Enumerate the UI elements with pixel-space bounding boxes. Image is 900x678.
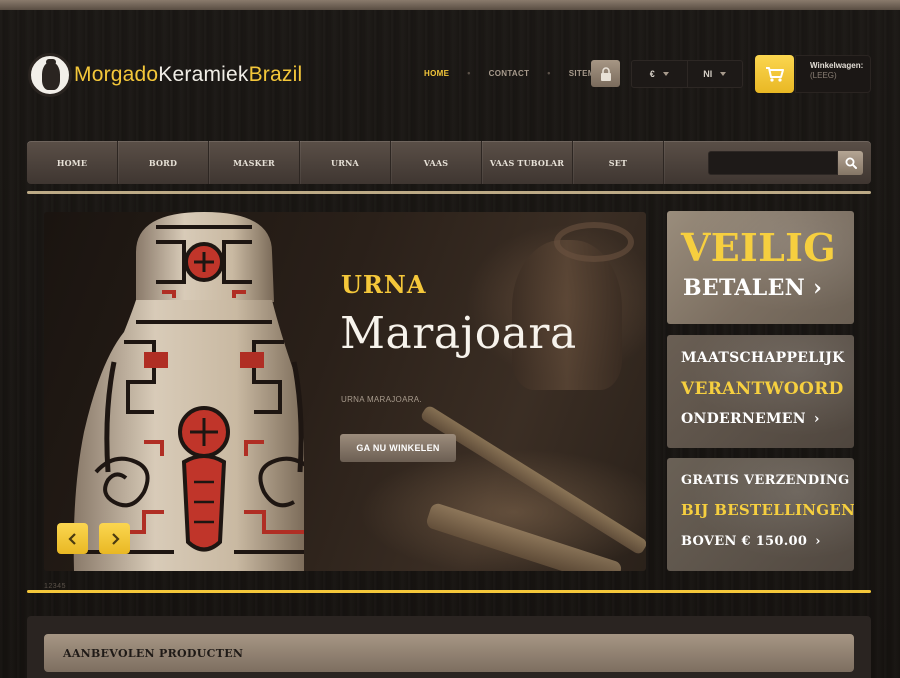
promo-secure-payment[interactable]: VEILIG BETALEN ›	[667, 211, 854, 324]
promo-line: VERANTWOORD	[681, 379, 844, 399]
cart-status: (LEEG)	[810, 71, 837, 80]
nav-item-home[interactable]: HOME	[27, 141, 118, 184]
search-input[interactable]	[708, 151, 838, 175]
nav-item-masker[interactable]: MASKER	[209, 141, 300, 184]
link-home[interactable]: HOME	[424, 69, 449, 78]
promo-free-shipping[interactable]: GRATIS VERZENDING BIJ BESTELLINGEN BOVEN…	[667, 458, 854, 571]
nav-item-set[interactable]: SET	[573, 141, 664, 184]
top-links: HOME • CONTACT • SITEMAP	[424, 68, 607, 78]
promo-line: GRATIS VERZENDING	[681, 473, 850, 488]
vase-logo-icon	[28, 53, 72, 97]
slider-prev-button[interactable]	[57, 523, 88, 554]
chevron-right-icon: ›	[813, 411, 820, 427]
promo-csr[interactable]: MAATSCHAPPELIJK VERANTWOORD ONDERNEMEN ›	[667, 335, 854, 448]
cart-summary[interactable]: Winkelwagen: (LEEG)	[795, 55, 871, 93]
nav-item-vaas[interactable]: VAAS	[391, 141, 482, 184]
promo-line: BETALEN	[683, 275, 806, 301]
cart-icon	[765, 66, 784, 82]
top-bar	[0, 0, 900, 10]
search-button[interactable]	[838, 151, 863, 175]
currency-language-selectors: € Nl	[631, 60, 743, 88]
chevron-right-icon: ›	[815, 534, 821, 549]
chevron-down-icon	[720, 72, 727, 76]
promo-line: ONDERNEMEN	[681, 411, 806, 427]
slider-next-button[interactable]	[99, 523, 130, 554]
chevron-right-icon	[111, 532, 120, 545]
cart-button[interactable]	[755, 55, 794, 93]
marajoara-urn-image	[73, 212, 304, 571]
slide-kicker: URNA	[341, 270, 427, 299]
featured-products-heading: AANBEVOLEN PRODUCTEN	[44, 634, 854, 672]
promo-line: VEILIG	[681, 225, 836, 270]
login-button[interactable]	[591, 60, 620, 87]
nav-item-bord[interactable]: BORD	[118, 141, 209, 184]
chevron-left-icon	[67, 532, 76, 545]
nav-item-urna[interactable]: URNA	[300, 141, 391, 184]
promo-line: MAATSCHAPPELIJK	[681, 350, 845, 366]
site-logo[interactable]: MorgadoKeramiekBrazil	[28, 53, 302, 97]
currency-select[interactable]: €	[632, 61, 687, 87]
hero-slider[interactable]: URNA Marajoara URNA MARAJOARA. GA NU WIN…	[44, 212, 646, 571]
nav-item-vaas-tubolar[interactable]: VAAS TUBOLAR	[482, 141, 573, 184]
slide-title: Marajoara	[340, 308, 577, 359]
promo-line: BIJ BESTELLINGEN	[681, 501, 854, 519]
language-select[interactable]: Nl	[686, 61, 743, 87]
slide-subtitle: URNA MARAJOARA.	[341, 395, 422, 404]
search-icon	[845, 157, 857, 169]
lock-icon	[600, 66, 611, 81]
promo-line: BOVEN € 150.00	[681, 534, 808, 549]
shop-now-button[interactable]: GA NU WINKELEN	[340, 434, 456, 462]
slider-pager[interactable]: 12345	[44, 583, 66, 590]
link-contact[interactable]: CONTACT	[489, 69, 530, 78]
chevron-down-icon	[662, 72, 669, 76]
cart-title: Winkelwagen:	[810, 61, 864, 70]
search-box	[708, 151, 863, 175]
logo-text: MorgadoKeramiekBrazil	[74, 63, 303, 86]
chevron-right-icon: ›	[813, 275, 823, 301]
divider	[27, 191, 871, 194]
divider	[27, 590, 871, 593]
